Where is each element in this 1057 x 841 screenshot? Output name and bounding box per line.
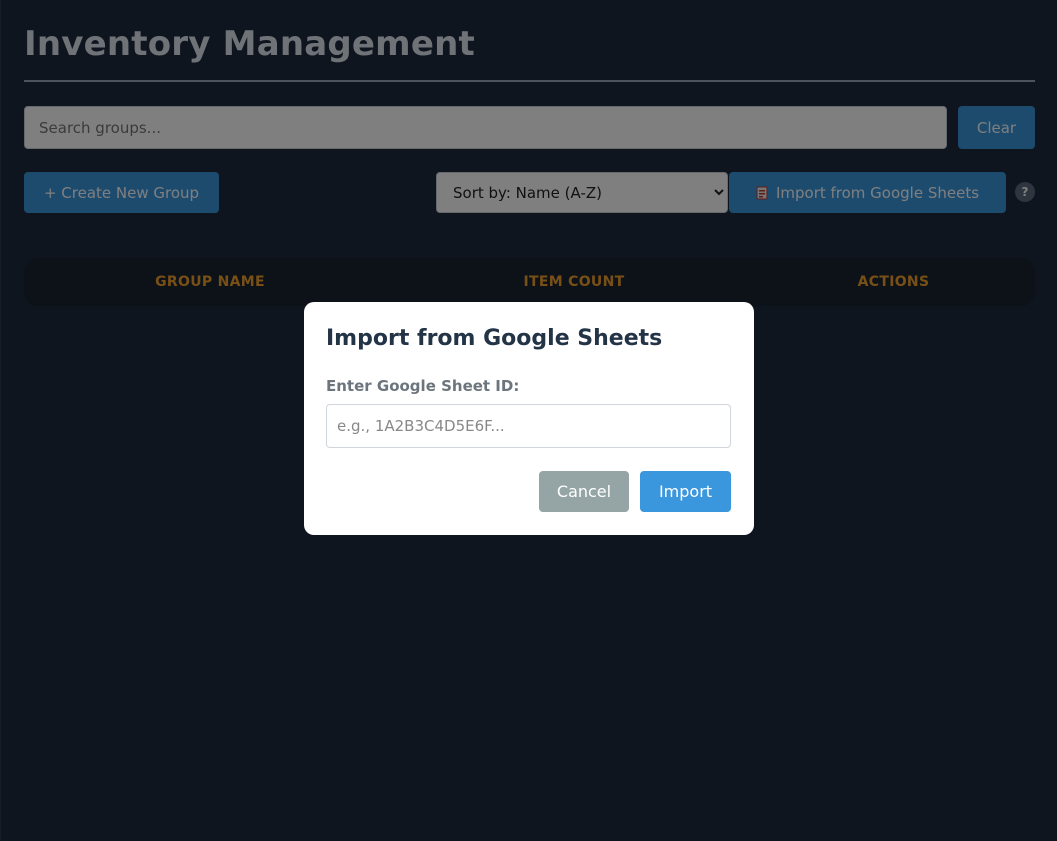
sheet-id-label: Enter Google Sheet ID: (326, 377, 520, 395)
import-dialog: Import from Google Sheets Enter Google S… (304, 302, 754, 535)
dialog-title: Import from Google Sheets (326, 326, 663, 351)
sheet-id-input[interactable] (326, 404, 731, 448)
cancel-button[interactable]: Cancel (539, 471, 629, 512)
import-button[interactable]: Import (640, 471, 731, 512)
